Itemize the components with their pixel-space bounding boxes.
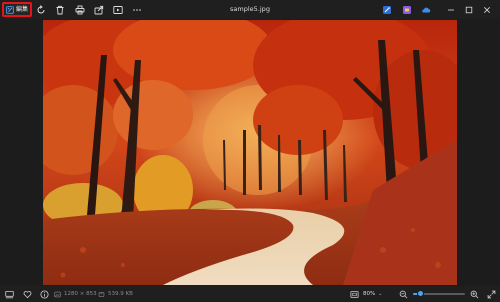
full-screen-button[interactable] xyxy=(486,289,496,299)
print-button[interactable] xyxy=(74,2,86,17)
info-icon xyxy=(39,289,49,299)
image-size-icon xyxy=(54,291,64,298)
zoom-level-text: 80% xyxy=(363,291,376,297)
close-icon xyxy=(481,4,493,16)
more-icon xyxy=(131,4,143,16)
zoom-slider-thumb[interactable] xyxy=(417,290,425,297)
delete-button[interactable] xyxy=(54,2,66,17)
clipchamp-button[interactable] xyxy=(401,2,413,17)
rotate-icon xyxy=(35,4,47,16)
edit-button-label: 編集 xyxy=(15,5,28,13)
bottom-status-bar: 1280 × 853 539.9 KB 80% ⌄ xyxy=(0,286,500,302)
zoom-in-button[interactable] xyxy=(469,289,479,299)
top-toolbar: 編集 sample5.jpg xyxy=(0,0,500,19)
file-size-text: 539.9 KB xyxy=(108,291,133,297)
delete-icon xyxy=(54,4,66,16)
slideshow-icon xyxy=(112,4,124,16)
dimensions-text: 1280 × 853 xyxy=(64,291,97,297)
autumn-forest-path-photo xyxy=(43,20,457,285)
zoom-out-button[interactable] xyxy=(398,289,408,299)
onedrive-button[interactable] xyxy=(420,2,432,17)
file-size-icon xyxy=(98,291,108,298)
photo-viewer-image[interactable] xyxy=(43,20,457,285)
close-button[interactable] xyxy=(480,2,494,17)
zoom-slider[interactable] xyxy=(413,290,465,297)
minimize-button[interactable] xyxy=(444,2,458,17)
ai-edit-button[interactable] xyxy=(381,2,393,17)
chevron-down-icon: ⌄ xyxy=(378,291,383,297)
share-button[interactable] xyxy=(93,2,105,17)
minimize-icon xyxy=(445,4,457,16)
maximize-button[interactable] xyxy=(462,2,476,17)
rotate-button[interactable] xyxy=(35,2,47,17)
edit-image-icon xyxy=(6,5,14,14)
image-dimensions: 1280 × 853 xyxy=(54,289,97,299)
filmstrip-icon xyxy=(4,290,14,299)
maximize-icon xyxy=(463,4,475,16)
fit-window-icon xyxy=(349,290,359,299)
filmstrip-button[interactable] xyxy=(4,289,14,299)
edit-button[interactable]: 編集 xyxy=(2,2,32,17)
more-button[interactable] xyxy=(131,2,143,17)
clipchamp-icon xyxy=(401,4,413,16)
expand-icon xyxy=(487,290,496,299)
window-title: sample5.jpg xyxy=(230,5,270,13)
print-icon xyxy=(74,4,86,16)
share-icon xyxy=(93,4,105,16)
onedrive-icon xyxy=(420,4,432,16)
ai-edit-icon xyxy=(381,4,393,16)
fit-to-window-button[interactable] xyxy=(349,289,359,299)
zoom-level-dropdown[interactable]: 80% ⌄ xyxy=(363,289,393,299)
heart-icon xyxy=(23,290,32,299)
file-info-button[interactable] xyxy=(39,289,49,299)
zoom-in-icon xyxy=(470,290,479,299)
favorite-button[interactable] xyxy=(22,289,32,299)
file-size: 539.9 KB xyxy=(98,289,133,299)
zoom-out-icon xyxy=(399,290,408,299)
slideshow-button[interactable] xyxy=(112,2,124,17)
